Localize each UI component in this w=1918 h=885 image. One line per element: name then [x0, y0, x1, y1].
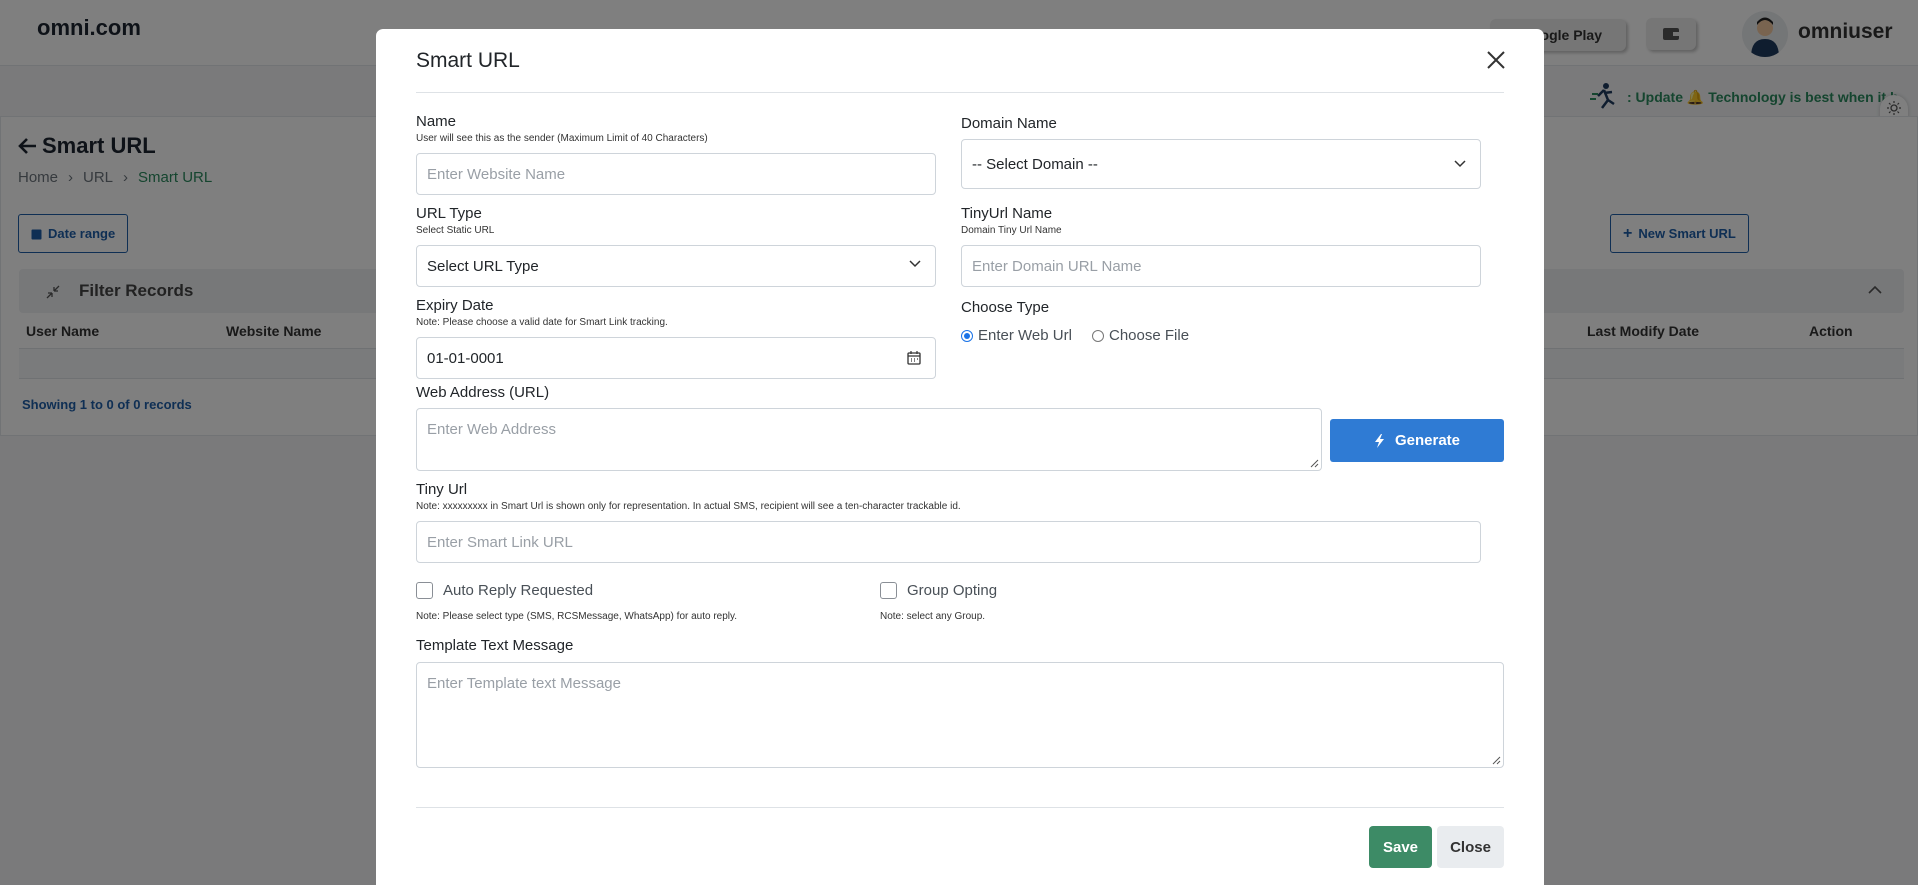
url-type-select[interactable]: Select URL Type [416, 245, 936, 287]
tinyurl-name-label: TinyUrl Name [961, 205, 1053, 222]
choose-type-label: Choose Type [961, 299, 1050, 316]
resize-handle-icon[interactable] [1310, 459, 1319, 468]
radio-button[interactable] [961, 329, 973, 342]
web-address-placeholder: Enter Web Address [427, 421, 556, 438]
footer-divider [416, 807, 1504, 808]
url-type-note: Select Static URL [416, 225, 495, 236]
save-button[interactable]: Save [1369, 826, 1432, 868]
template-label: Template Text Message [416, 637, 574, 654]
modal-title: Smart URL [416, 49, 520, 72]
name-note: User will see this as the sender (Maximu… [416, 133, 708, 144]
close-button[interactable]: Close [1437, 826, 1504, 868]
url-type-label: URL Type [416, 205, 482, 222]
auto-reply-note: Note: Please select type (SMS, RCSMessag… [416, 611, 738, 622]
radio-label: Choose File [1109, 327, 1190, 344]
tinyurl-name-note: Domain Tiny Url Name [961, 225, 1062, 236]
expiry-date-label: Expiry Date [416, 297, 494, 314]
bolt-icon [1374, 433, 1384, 448]
smart-url-modal: Smart URL Name User will see this as the… [376, 29, 1544, 885]
chevron-down-icon [909, 260, 921, 268]
radio-button[interactable] [1092, 329, 1104, 342]
radio-label: Enter Web Url [978, 327, 1072, 344]
expiry-date-value: 01-01-0001 [427, 349, 504, 367]
close-icon[interactable] [1484, 48, 1508, 72]
header-divider [416, 92, 1504, 93]
web-address-input[interactable]: Enter Web Address [416, 408, 1322, 471]
radio-enter-web-url[interactable]: Enter Web Url [961, 327, 1072, 344]
expiry-date-input[interactable]: 01-01-0001 [416, 337, 936, 379]
domain-name-label: Domain Name [961, 115, 1057, 132]
tiny-url-label: Tiny Url [416, 481, 468, 498]
generate-button[interactable]: Generate [1330, 419, 1504, 462]
auto-reply-checkbox-row[interactable]: Auto Reply Requested [416, 582, 593, 599]
url-type-value: Select URL Type [427, 257, 539, 275]
expiry-date-note: Note: Please choose a valid date for Sma… [416, 317, 668, 328]
domain-url-name-input[interactable]: Enter Domain URL Name [961, 245, 1481, 287]
domain-select-value: -- Select Domain -- [972, 155, 1098, 173]
chevron-down-icon [1454, 160, 1466, 168]
auto-reply-label: Auto Reply Requested [443, 582, 594, 599]
auto-reply-checkbox[interactable] [416, 582, 433, 599]
domain-select[interactable]: -- Select Domain -- [961, 139, 1481, 189]
smart-link-url-input[interactable]: Enter Smart Link URL [416, 521, 1481, 563]
group-opting-checkbox-row[interactable]: Group Opting [880, 582, 997, 599]
template-placeholder: Enter Template text Message [427, 675, 621, 692]
group-opting-note: Note: select any Group. [880, 611, 986, 622]
template-text-input[interactable]: Enter Template text Message [416, 662, 1504, 768]
tiny-url-note: Note: xxxxxxxxx in Smart Url is shown on… [416, 501, 961, 512]
resize-handle-icon[interactable] [1492, 756, 1501, 765]
radio-choose-file[interactable]: Choose File [1092, 327, 1189, 344]
calendar-icon[interactable] [907, 351, 921, 365]
web-address-label: Web Address (URL) [416, 384, 550, 401]
website-name-input[interactable]: Enter Website Name [416, 153, 936, 195]
group-opting-checkbox[interactable] [880, 582, 897, 599]
group-opting-label: Group Opting [907, 582, 998, 599]
name-label: Name [416, 113, 457, 130]
generate-label: Generate [1394, 432, 1461, 449]
